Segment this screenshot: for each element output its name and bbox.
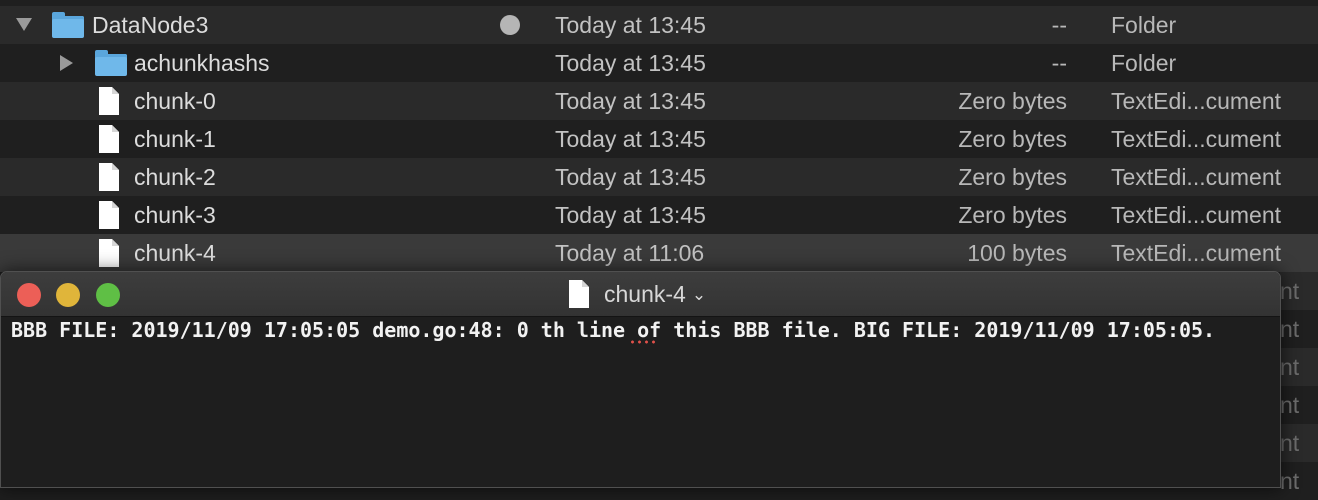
hidden-row-kind-fragment: nt	[1280, 424, 1318, 462]
file-size: 100 bytes	[967, 240, 1067, 266]
file-kind: Folder	[1111, 50, 1177, 76]
document-icon	[99, 125, 119, 153]
document-icon	[569, 280, 589, 308]
document-icon	[99, 87, 119, 115]
date-modified: Today at 13:45	[555, 202, 706, 228]
hidden-row-kind-fragment: nt	[1280, 348, 1318, 386]
list-row-datanode3[interactable]: DataNode3 Today at 13:45 -- Folder	[0, 6, 1318, 44]
minimize-button[interactable]	[56, 283, 80, 307]
textedit-window: chunk-4 ⌄ BBB FILE: 2019/11/09 17:05:05 …	[0, 271, 1281, 488]
file-size: Zero bytes	[958, 202, 1067, 228]
document-icon	[99, 239, 119, 267]
file-kind: TextEdi...cument	[1111, 164, 1282, 190]
file-kind: TextEdi...cument	[1111, 202, 1282, 228]
date-modified: Today at 11:06	[555, 240, 705, 266]
hidden-row-kind-fragment: nt	[1280, 386, 1318, 424]
file-name: chunk-2	[134, 164, 216, 190]
hidden-row-kind-fragment: nt	[1280, 310, 1318, 348]
disclosure-triangle-right-icon[interactable]	[60, 55, 73, 71]
file-size: Zero bytes	[958, 88, 1067, 114]
status-dot-icon	[500, 15, 520, 35]
file-name: chunk-0	[134, 88, 216, 114]
file-name: chunk-1	[134, 126, 216, 152]
file-kind: Folder	[1111, 12, 1177, 38]
document-icon	[99, 163, 119, 191]
list-row-chunk-2[interactable]: chunk-2 Today at 13:45 Zero bytes TextEd…	[0, 158, 1318, 196]
file-name: achunkhashs	[134, 50, 270, 76]
folder-icon	[52, 12, 84, 38]
file-kind: TextEdi...cument	[1111, 240, 1282, 266]
spelling-error-underline	[629, 340, 657, 344]
file-name: chunk-4	[134, 240, 216, 266]
hidden-row-kind-fragment: nt	[1280, 462, 1318, 500]
disclosure-triangle-down-icon[interactable]	[16, 18, 32, 31]
date-modified: Today at 13:45	[555, 12, 706, 38]
file-name: chunk-3	[134, 202, 216, 228]
date-modified: Today at 13:45	[555, 50, 706, 76]
list-row-achunkhashs[interactable]: achunkhashs Today at 13:45 -- Folder	[0, 44, 1318, 82]
list-row-chunk-1[interactable]: chunk-1 Today at 13:45 Zero bytes TextEd…	[0, 120, 1318, 158]
hidden-row-kind-fragment: nt	[1280, 272, 1318, 310]
close-button[interactable]	[17, 283, 41, 307]
list-row-chunk-0[interactable]: chunk-0 Today at 13:45 Zero bytes TextEd…	[0, 82, 1318, 120]
zoom-button[interactable]	[96, 283, 120, 307]
list-row-chunk-4[interactable]: chunk-4 Today at 11:06 100 bytes TextEdi…	[0, 234, 1318, 272]
folder-icon	[95, 50, 127, 76]
file-kind: TextEdi...cument	[1111, 88, 1282, 114]
list-row-chunk-3[interactable]: chunk-3 Today at 13:45 Zero bytes TextEd…	[0, 196, 1318, 234]
chevron-down-icon[interactable]: ⌄	[692, 285, 706, 305]
date-modified: Today at 13:45	[555, 88, 706, 114]
file-size: --	[1051, 12, 1067, 38]
date-modified: Today at 13:45	[555, 126, 706, 152]
file-size: --	[1051, 50, 1067, 76]
file-kind: TextEdi...cument	[1111, 126, 1282, 152]
file-size: Zero bytes	[958, 126, 1067, 152]
window-title[interactable]: chunk-4 ⌄	[568, 272, 706, 316]
window-titlebar[interactable]: chunk-4 ⌄	[1, 272, 1280, 317]
file-size: Zero bytes	[958, 164, 1067, 190]
file-name: DataNode3	[92, 12, 209, 38]
document-icon	[99, 201, 119, 229]
date-modified: Today at 13:45	[555, 164, 706, 190]
window-title-text: chunk-4	[604, 280, 686, 307]
